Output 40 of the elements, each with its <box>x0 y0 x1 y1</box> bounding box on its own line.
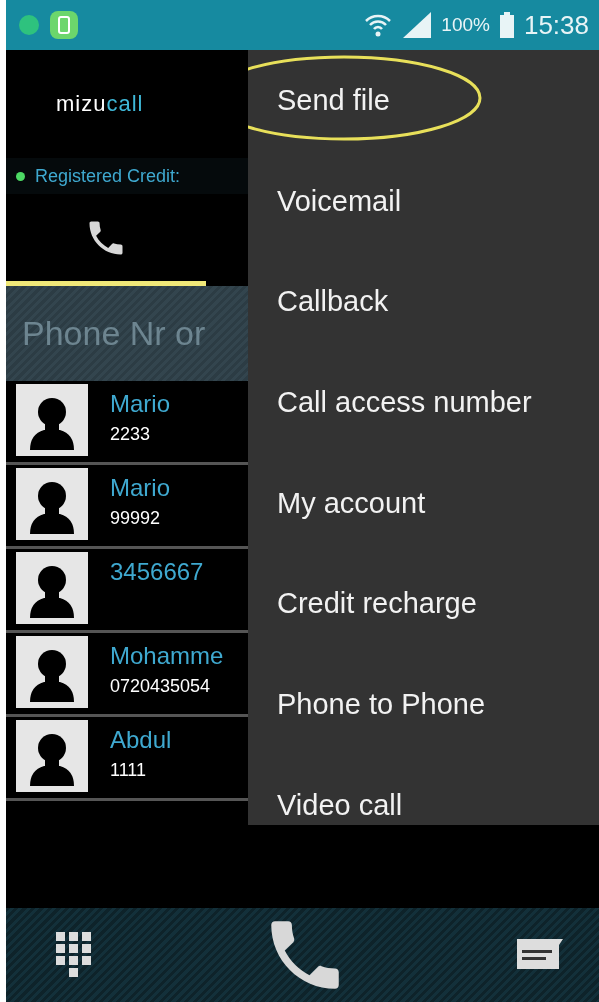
dialpad-icon <box>56 932 92 978</box>
menu-item[interactable]: Credit recharge <box>248 553 599 655</box>
logo: mizucall <box>56 91 144 117</box>
menu-item[interactable]: Call access number <box>248 352 599 453</box>
menu-item[interactable]: Send file <box>248 50 599 151</box>
contact-row[interactable]: Mario 2233 <box>6 381 248 465</box>
app-icon <box>18 14 40 36</box>
menu-item[interactable]: Callback <box>248 251 599 353</box>
contact-row[interactable]: Mario 99992 <box>6 465 248 549</box>
contact-number: 2233 <box>110 424 152 445</box>
contact-number: 0720435054 <box>110 676 212 697</box>
menu-item[interactable]: Video call <box>248 754 599 825</box>
contact-number: 1111 <box>110 760 148 781</box>
avatar <box>16 552 88 624</box>
contact-row[interactable]: Abdul 1111 <box>6 717 248 801</box>
app-icon <box>50 11 78 39</box>
contact-row[interactable]: Mohamme 0720435054 <box>6 633 248 717</box>
battery-icon <box>499 12 514 38</box>
contact-name: Mario <box>110 474 170 502</box>
dialpad-button[interactable] <box>56 932 92 978</box>
avatar <box>16 636 88 708</box>
avatar <box>16 384 88 456</box>
search-field[interactable]: Phone Nr or <box>6 286 248 381</box>
avatar <box>16 468 88 540</box>
contact-number: 99992 <box>110 508 162 529</box>
battery-percent: 100% <box>441 14 490 36</box>
avatar <box>16 720 88 792</box>
clock: 15:38 <box>523 9 589 41</box>
menu-item[interactable]: Phone to Phone <box>248 654 599 755</box>
menu-item[interactable]: Voicemail <box>248 150 599 252</box>
contact-name: 3456667 <box>110 558 204 586</box>
registration-status: Registered Credit: <box>35 165 181 187</box>
contact-name: Mohamme <box>110 642 224 670</box>
message-button[interactable] <box>517 939 563 971</box>
menu-item[interactable]: My account <box>248 452 599 554</box>
message-icon <box>517 939 563 971</box>
contact-name: Mario <box>110 390 170 418</box>
signal-icon <box>403 12 432 38</box>
contact-name: Abdul <box>110 726 172 754</box>
contact-row[interactable]: 3456667 <box>6 549 248 633</box>
